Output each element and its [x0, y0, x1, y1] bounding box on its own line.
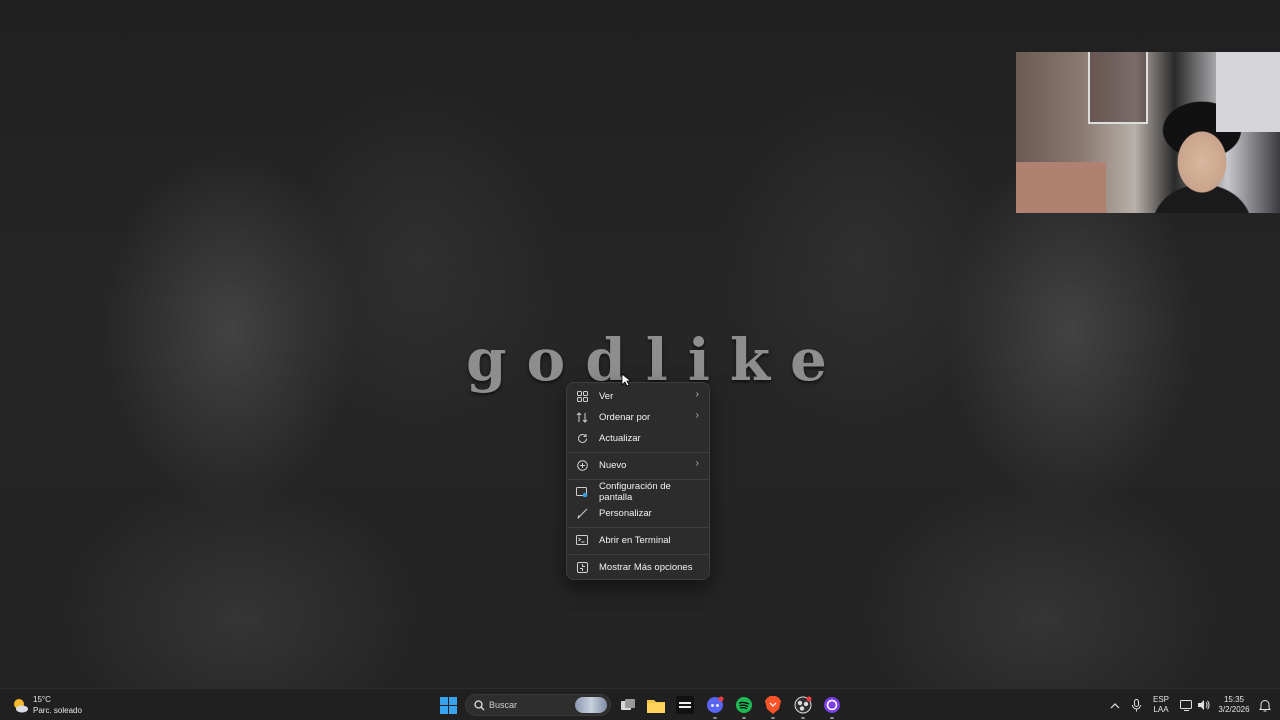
- chevron-right-icon: ›: [695, 458, 699, 469]
- grid-view-icon: [576, 390, 588, 402]
- chevron-right-icon: ›: [695, 389, 699, 400]
- taskbar: 15°C Parc. soleado Buscar ESP LAA 15:35 …: [0, 688, 1280, 720]
- menu-item-personalizar[interactable]: Personalizar: [571, 503, 705, 523]
- obs-icon[interactable]: [793, 695, 813, 715]
- mouse-pointer-icon: [621, 373, 631, 387]
- discord-icon[interactable]: [705, 695, 725, 715]
- file-explorer-icon[interactable]: [646, 695, 666, 715]
- clock[interactable]: 15:35 3/2/2026: [1213, 695, 1255, 715]
- brave-icon[interactable]: [763, 695, 783, 715]
- language-indicator[interactable]: ESP LAA: [1150, 695, 1172, 715]
- webcam-door: [1216, 52, 1280, 132]
- weather-condition: Parc. soleado: [33, 706, 82, 715]
- menu-separator: [567, 452, 709, 453]
- menu-separator: [567, 554, 709, 555]
- clock-time: 15:35: [1223, 695, 1245, 704]
- chevron-up-icon[interactable]: [1105, 695, 1125, 715]
- search-box[interactable]: Buscar: [465, 694, 611, 716]
- menu-item-label: Ordenar por: [599, 411, 651, 423]
- brush-icon: [576, 507, 588, 519]
- running-indicator: [830, 717, 834, 719]
- weather-widget[interactable]: 15°C Parc. soleado: [12, 693, 82, 717]
- app-circle-icon[interactable]: [822, 695, 842, 715]
- call-of-duty-icon[interactable]: [675, 695, 695, 715]
- clock-date: 3/2/2026: [1218, 705, 1250, 714]
- refresh-icon: [576, 432, 588, 444]
- task-view-icon[interactable]: [618, 695, 638, 715]
- menu-item-configuracion-pantalla[interactable]: Configuración de pantalla: [571, 481, 705, 503]
- desktop[interactable]: godlike Ver › Ordenar por › Actualizar N…: [0, 0, 1280, 688]
- search-icon: [474, 699, 485, 711]
- menu-item-ordenar-por[interactable]: Ordenar por ›: [571, 407, 705, 427]
- spotify-icon[interactable]: [734, 695, 754, 715]
- search-label: Buscar: [489, 700, 518, 710]
- webcam-bed: [1016, 162, 1106, 213]
- menu-item-label: Actualizar: [599, 432, 641, 444]
- weather-temp: 15°C: [33, 695, 51, 704]
- running-indicator: [801, 717, 805, 719]
- menu-item-mostrar-mas-opciones[interactable]: Mostrar Más opciones: [571, 557, 705, 577]
- partly-sunny-icon: [12, 697, 29, 714]
- menu-separator: [567, 479, 709, 480]
- language-bottom: LAA: [1153, 705, 1169, 714]
- menu-item-abrir-terminal[interactable]: Abrir en Terminal: [571, 530, 705, 550]
- webcam-overlay: [1016, 52, 1280, 213]
- terminal-icon: [576, 534, 588, 546]
- menu-item-label: Nuevo: [599, 459, 627, 471]
- display-settings-icon: [576, 486, 588, 498]
- menu-item-label: Personalizar: [599, 507, 652, 519]
- menu-separator: [567, 527, 709, 528]
- notification-bell-icon[interactable]: [1255, 695, 1275, 715]
- menu-item-nuevo[interactable]: Nuevo ›: [571, 455, 705, 475]
- more-options-icon: [576, 561, 588, 573]
- chevron-right-icon: ›: [695, 410, 699, 421]
- menu-item-label: Mostrar Más opciones: [599, 561, 693, 573]
- new-plus-icon: [576, 459, 588, 471]
- menu-item-ver[interactable]: Ver ›: [571, 386, 705, 406]
- menu-item-label: Ver: [599, 390, 614, 402]
- microphone-icon[interactable]: [1126, 695, 1146, 715]
- volume-icon[interactable]: [1193, 695, 1213, 715]
- running-indicator: [771, 717, 775, 719]
- sort-icon: [576, 411, 588, 423]
- menu-item-actualizar[interactable]: Actualizar: [571, 428, 705, 448]
- language-top: ESP: [1152, 695, 1169, 704]
- desktop-context-menu: Ver › Ordenar por › Actualizar Nuevo › C…: [566, 382, 710, 580]
- menu-item-label: Abrir en Terminal: [599, 534, 671, 546]
- start-icon[interactable]: [438, 695, 458, 715]
- running-indicator: [742, 717, 746, 719]
- webcam-shelf: [1088, 52, 1148, 124]
- running-indicator: [713, 717, 717, 719]
- menu-item-label: Configuración de pantalla: [599, 481, 671, 503]
- search-highlight-image: [575, 697, 607, 713]
